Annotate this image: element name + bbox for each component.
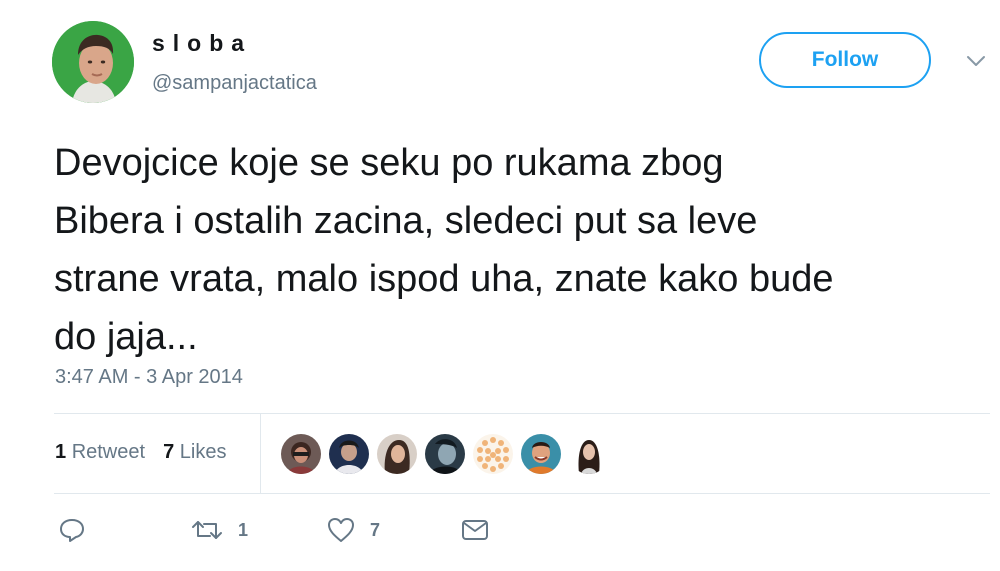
heart-icon	[328, 518, 354, 542]
liker-avatar-image	[473, 434, 513, 474]
tweet-actions: 1 7	[0, 516, 1000, 552]
liker-avatar-image	[425, 434, 465, 474]
direct-message-button[interactable]	[460, 516, 490, 544]
username[interactable]: @sampanjactatica	[152, 72, 317, 95]
tweet-text-line: Devojcice koje se seku po rukama zbog	[54, 142, 724, 184]
liker-avatar-image	[377, 434, 417, 474]
likes-label: Likes	[179, 441, 227, 463]
retweet-button[interactable]: 1	[190, 516, 248, 544]
tweet-stats: 1 Retweet 7 Likes	[55, 441, 226, 464]
display-name[interactable]: sloba	[152, 30, 252, 57]
retweets-label: Retweet	[71, 441, 146, 463]
likes-count: 7	[163, 441, 175, 463]
tweet-text: Devojcice koje se seku po rukama zbog Bi…	[54, 134, 994, 366]
liker-avatar[interactable]	[473, 434, 513, 474]
liker-avatar[interactable]	[377, 434, 417, 474]
liker-avatar-image	[521, 434, 561, 474]
liker-avatar-image	[281, 434, 321, 474]
reply-icon	[60, 519, 84, 542]
retweet-icon	[192, 521, 222, 539]
liker-avatar-image	[569, 434, 609, 474]
liker-avatar[interactable]	[569, 434, 609, 474]
liker-avatar-image	[329, 434, 369, 474]
retweets-stat[interactable]: 1 Retweet	[55, 441, 145, 464]
liker-avatar[interactable]	[281, 434, 321, 474]
liker-avatar[interactable]	[329, 434, 369, 474]
divider	[54, 413, 990, 414]
follow-label: Follow	[811, 48, 879, 71]
like-count: 7	[370, 519, 381, 540]
stats-separator	[260, 414, 261, 494]
likes-stat[interactable]: 7 Likes	[163, 441, 226, 464]
like-button[interactable]: 7	[326, 516, 380, 544]
liker-avatar[interactable]	[521, 434, 561, 474]
follow-button[interactable]: Follow	[759, 32, 931, 88]
tweet-text-line: Bibera i ostalih zacina, sledeci put sa …	[54, 200, 758, 242]
retweet-count: 1	[238, 519, 249, 540]
retweets-count: 1	[55, 441, 67, 463]
tweet-text-line: do jaja...	[54, 316, 198, 358]
envelope-icon	[462, 520, 488, 540]
avatar-image	[52, 21, 134, 103]
divider	[54, 493, 990, 494]
tweet-text-line: strane vrata, malo ispod uha, znate kako…	[54, 258, 834, 300]
more-options-button[interactable]	[962, 50, 990, 72]
tweet-timestamp[interactable]: 3:47 AM - 3 Apr 2014	[55, 366, 243, 389]
liker-avatar[interactable]	[425, 434, 465, 474]
author-avatar[interactable]	[52, 21, 134, 103]
chevron-down-icon	[967, 56, 985, 66]
liker-avatars	[281, 434, 609, 474]
reply-button[interactable]	[58, 516, 100, 544]
